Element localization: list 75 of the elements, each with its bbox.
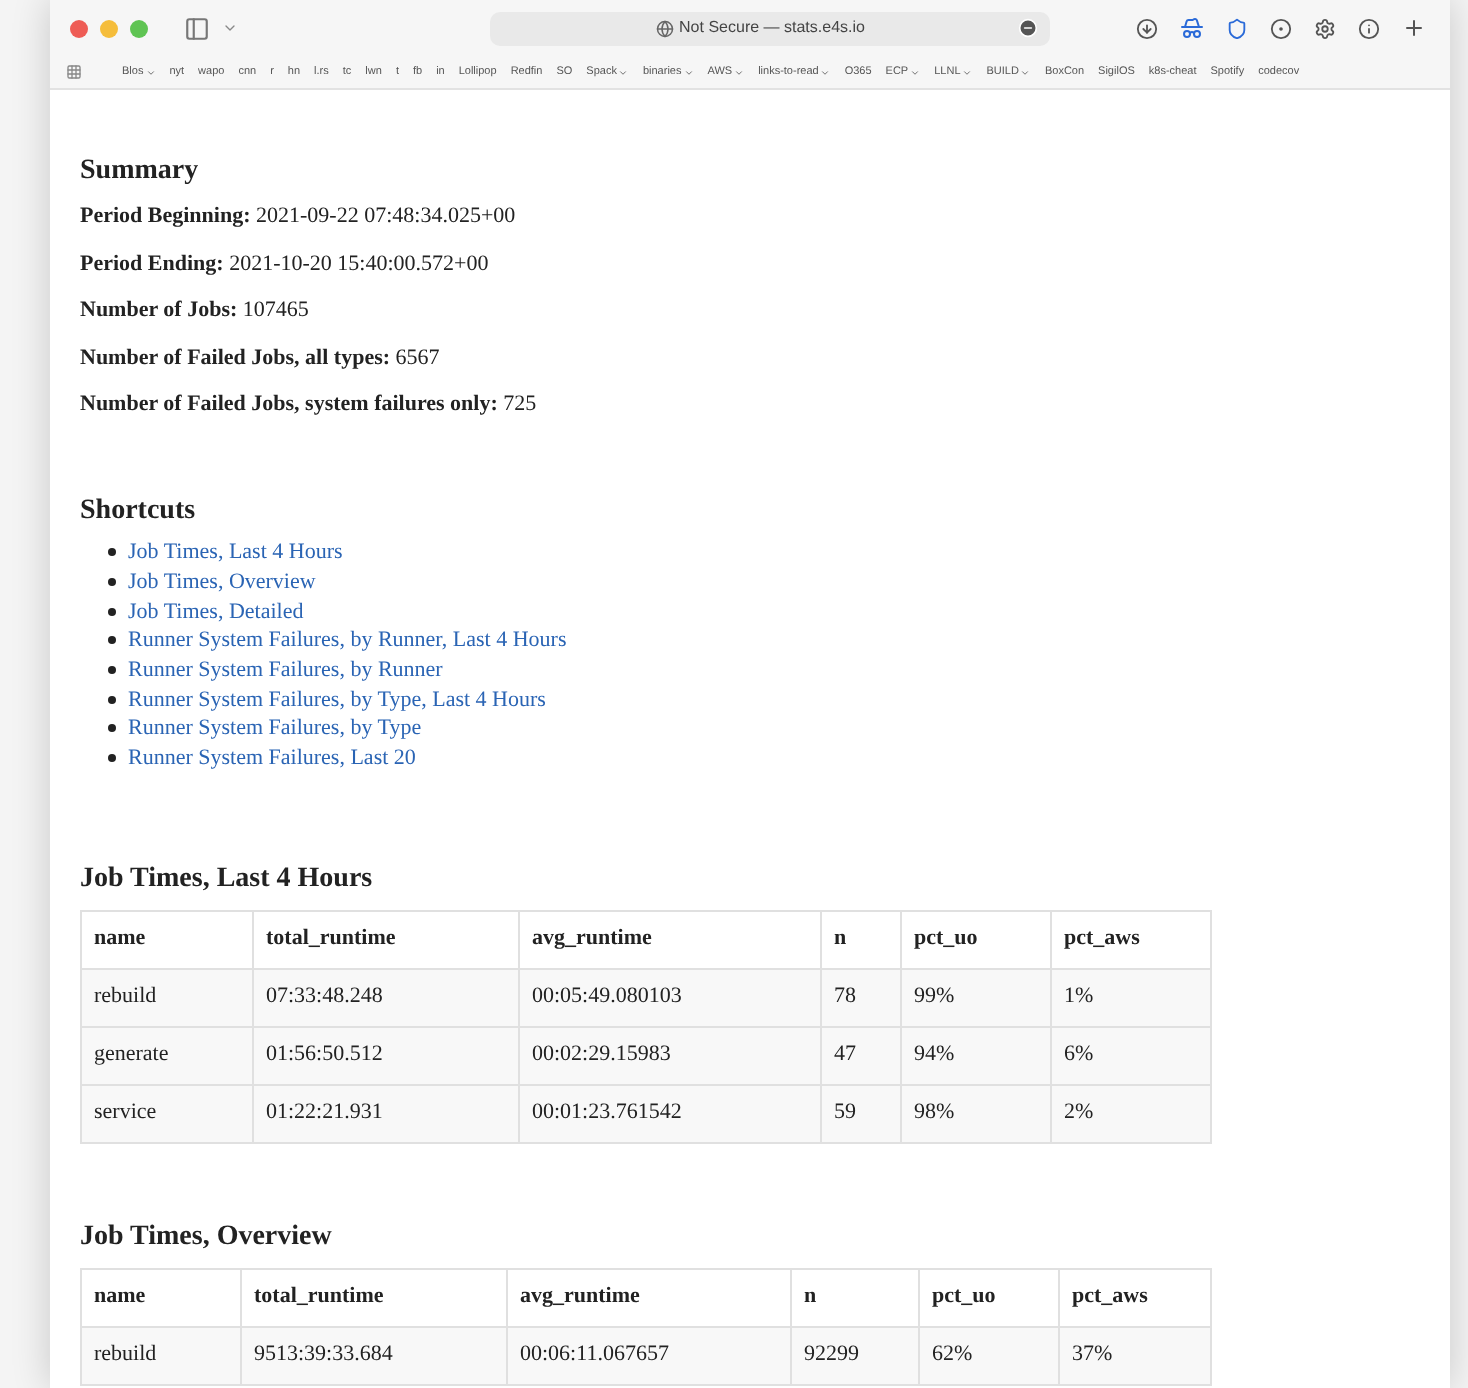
table-cell: 07:33:48.248 bbox=[253, 968, 519, 1026]
table-heading: Job Times, Last 4 Hours bbox=[80, 861, 375, 897]
table-cell: 00:05:49.080103 bbox=[519, 968, 821, 1026]
table-cell: 1% bbox=[1051, 968, 1211, 1026]
shortcut-link[interactable]: Runner System Failures, by Type, Last 4 Hours bbox=[128, 685, 546, 714]
bullet-icon bbox=[108, 754, 116, 763]
info-icon[interactable] bbox=[1358, 17, 1380, 39]
table-cell: service bbox=[81, 1084, 253, 1142]
column-header: name bbox=[81, 1268, 241, 1326]
bullet-icon bbox=[108, 636, 116, 645]
summary-line: Number of Failed Jobs, all types: 6567 bbox=[80, 343, 442, 371]
sidebar-icon[interactable] bbox=[184, 15, 210, 41]
column-header: total_runtime bbox=[241, 1268, 507, 1326]
shield-icon[interactable] bbox=[1226, 17, 1248, 39]
settings-icon[interactable] bbox=[1314, 17, 1336, 39]
column-header: pct_uo bbox=[919, 1268, 1059, 1326]
bullet-icon bbox=[108, 695, 116, 704]
summary-line: Period Ending: 2021-10-20 15:40:00.572+00 bbox=[80, 249, 491, 277]
minus-circle-icon[interactable] bbox=[1018, 18, 1038, 38]
grid-icon[interactable] bbox=[66, 64, 82, 80]
shortcut-link[interactable]: Runner System Failures, by Runner bbox=[128, 656, 443, 685]
table-cell: rebuild bbox=[81, 968, 253, 1026]
table-cell: 99% bbox=[901, 968, 1051, 1026]
bullet-icon bbox=[108, 724, 116, 733]
bullet-icon bbox=[108, 666, 116, 675]
shortcut-link[interactable]: Job Times, Overview bbox=[128, 568, 316, 597]
table-cell: 01:22:21.931 bbox=[253, 1084, 519, 1142]
table-cell: 59 bbox=[821, 1084, 901, 1142]
table-cell: 6% bbox=[1051, 1026, 1211, 1084]
section-heading: Shortcuts bbox=[80, 494, 198, 530]
summary-line: Number of Failed Jobs, system failures only: 725 bbox=[80, 390, 539, 418]
table-cell: 00:06:11.067657 bbox=[507, 1326, 791, 1384]
column-header: avg_runtime bbox=[507, 1268, 791, 1326]
column-header: pct_uo bbox=[901, 910, 1051, 968]
summary-line: Number of Jobs: 107465 bbox=[80, 296, 311, 324]
bullet-icon bbox=[108, 607, 116, 616]
column-header: total_runtime bbox=[253, 910, 519, 968]
table-cell: 78 bbox=[821, 968, 901, 1026]
column-header: pct_aws bbox=[1051, 910, 1211, 968]
globe-icon bbox=[655, 19, 674, 37]
table-cell: 94% bbox=[901, 1026, 1051, 1084]
table-cell: 00:01:23.761542 bbox=[519, 1084, 821, 1142]
chevron-down-icon[interactable] bbox=[222, 20, 238, 36]
summary-line: Period Beginning: 2021-09-22 07:48:34.025+00 bbox=[80, 202, 518, 230]
bullet-icon bbox=[108, 548, 116, 557]
shortcut-link[interactable]: Job Times, Last 4 Hours bbox=[128, 538, 343, 567]
table-cell: 37% bbox=[1059, 1326, 1211, 1384]
table-cell: 62% bbox=[919, 1326, 1059, 1384]
download-icon[interactable] bbox=[1136, 17, 1158, 39]
close-window-button[interactable] bbox=[70, 19, 88, 37]
shortcut-link[interactable]: Runner System Failures, by Runner, Last 4 Hours bbox=[128, 626, 567, 655]
column-header: avg_runtime bbox=[519, 910, 821, 968]
column-header: name bbox=[81, 910, 253, 968]
bullet-icon bbox=[108, 578, 116, 587]
table-cell: 9513:39:33.684 bbox=[241, 1326, 507, 1384]
table-cell: 92299 bbox=[791, 1326, 919, 1384]
shortcut-link[interactable]: Job Times, Detailed bbox=[128, 597, 304, 626]
table-cell: rebuild bbox=[81, 1326, 241, 1384]
shortcut-link[interactable]: Runner System Failures, Last 20 bbox=[128, 744, 416, 773]
new-tab-icon[interactable] bbox=[1402, 16, 1426, 40]
column-header: n bbox=[821, 910, 901, 968]
table-cell: 2% bbox=[1051, 1084, 1211, 1142]
table-cell: 00:02:29.15983 bbox=[519, 1026, 821, 1084]
section-heading: Summary bbox=[80, 154, 201, 190]
column-header: n bbox=[791, 1268, 919, 1326]
table-cell: 98% bbox=[901, 1084, 1051, 1142]
column-header: pct_aws bbox=[1059, 1268, 1211, 1326]
address-text: Not Secure — stats.e4s.io bbox=[679, 16, 865, 40]
table-cell: 01:56:50.512 bbox=[253, 1026, 519, 1084]
address-bar[interactable]: Not Secure — stats.e4s.io bbox=[490, 11, 1050, 45]
shortcut-link[interactable]: Runner System Failures, by Type bbox=[128, 714, 422, 743]
table-cell: 47 bbox=[821, 1026, 901, 1084]
table-heading: Job Times, Overview bbox=[80, 1219, 334, 1255]
spy-icon[interactable] bbox=[1180, 16, 1204, 40]
table-cell: generate bbox=[81, 1026, 253, 1084]
